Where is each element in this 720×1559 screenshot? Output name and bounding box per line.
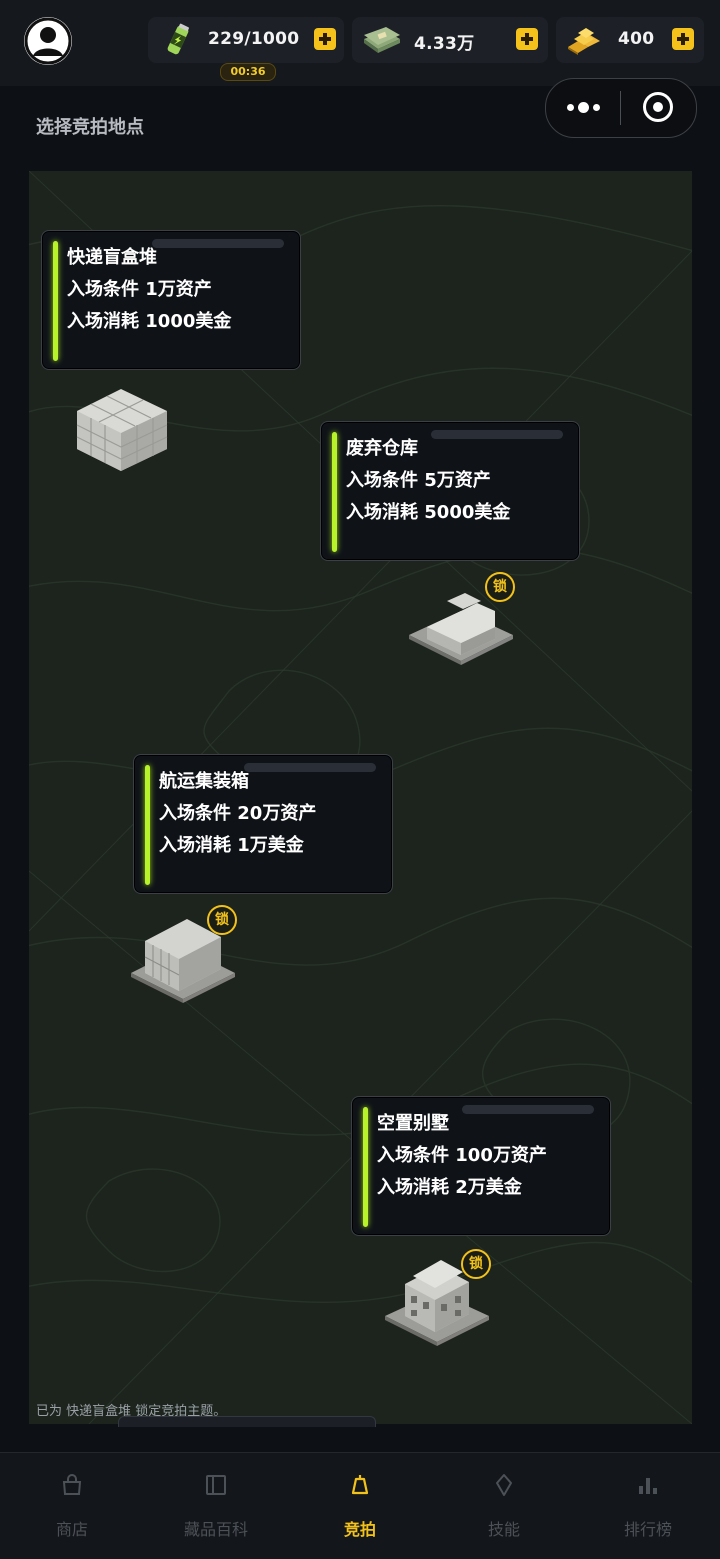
location-name: 快递盲盒堆 <box>67 247 157 268</box>
auction-icon <box>351 1475 369 1495</box>
avatar[interactable] <box>24 17 72 65</box>
close-mini-program-icon[interactable] <box>643 92 673 122</box>
nav-label: 藏品百科 <box>183 1520 248 1539</box>
card-accent-bar <box>53 241 58 361</box>
nav-item-skills[interactable]: 技能 <box>432 1453 576 1559</box>
card-title-line <box>462 1105 594 1114</box>
gold-value: 400 <box>618 29 655 49</box>
energy-add-button[interactable] <box>314 28 336 50</box>
location-card-villa[interactable]: 空置别墅 入场条件 100万资产 入场消耗 2万美金 <box>351 1096 611 1236</box>
nav-label: 竞拍 <box>343 1520 376 1539</box>
more-icon[interactable] <box>566 101 602 115</box>
top-bar: 229/1000 00:36 4.33万 400 <box>0 0 720 86</box>
nav-item-shop[interactable]: 商店 <box>0 1453 144 1559</box>
location-requirement: 入场条件 100万资产 <box>377 1145 547 1166</box>
card-accent-bar <box>145 765 150 885</box>
cash-add-button[interactable] <box>516 28 538 50</box>
shop-icon <box>62 1474 82 1495</box>
cash-stack-icon <box>364 27 400 53</box>
nav-label: 排行榜 <box>623 1520 672 1539</box>
page-title: 选择竞拍地点 <box>36 117 144 138</box>
lock-badge: 锁 <box>461 1249 491 1279</box>
card-title-line <box>244 763 376 772</box>
auction-map: 快递盲盒堆 入场条件 1万资产 入场消耗 1000美金 废弃仓库 入场条件 5万… <box>29 171 692 1424</box>
cash-value: 4.33万 <box>414 34 475 54</box>
status-pill-handle <box>118 1416 376 1427</box>
location-name: 空置别墅 <box>377 1113 449 1134</box>
capsule-divider <box>620 91 621 125</box>
user-icon <box>24 17 72 65</box>
gem-icon <box>496 1474 512 1496</box>
lock-badge: 锁 <box>207 905 237 935</box>
bottom-nav: 商店 藏品百科 竞拍 技能 排行榜 <box>0 1452 720 1559</box>
nav-item-auction[interactable]: 竞拍 <box>288 1453 432 1559</box>
mini-program-capsule <box>545 78 697 138</box>
card-title-line <box>431 430 563 439</box>
location-cost: 入场消耗 5000美金 <box>346 502 511 523</box>
energy-timer: 00:36 <box>220 63 276 81</box>
card-accent-bar <box>332 432 337 552</box>
location-card-warehouse[interactable]: 废弃仓库 入场条件 5万资产 入场消耗 5000美金 <box>320 421 580 561</box>
location-requirement: 入场条件 1万资产 <box>67 279 212 300</box>
gold-resource: 400 <box>556 17 704 63</box>
energy-resource: 229/1000 <box>148 17 344 63</box>
energy-value: 229/1000 <box>208 29 300 49</box>
parcel-pile-icon[interactable] <box>69 381 173 475</box>
location-cost: 入场消耗 2万美金 <box>377 1177 522 1198</box>
location-cost: 入场消耗 1000美金 <box>67 311 232 332</box>
nav-label: 商店 <box>55 1520 88 1539</box>
cash-resource: 4.33万 <box>352 17 548 63</box>
location-requirement: 入场条件 20万资产 <box>159 803 317 824</box>
lock-badge: 锁 <box>485 572 515 602</box>
card-title-line <box>152 239 284 248</box>
location-name: 废弃仓库 <box>346 438 418 459</box>
location-card-parcel-pile[interactable]: 快递盲盒堆 入场条件 1万资产 入场消耗 1000美金 <box>41 230 301 370</box>
nav-item-encyclopedia[interactable]: 藏品百科 <box>144 1453 288 1559</box>
nav-label: 技能 <box>487 1520 520 1539</box>
location-card-container[interactable]: 航运集装箱 入场条件 20万资产 入场消耗 1万美金 <box>133 754 393 894</box>
gold-add-button[interactable] <box>672 28 694 50</box>
gold-bars-icon <box>568 28 600 55</box>
energy-drink-icon <box>167 23 189 55</box>
book-icon <box>206 1475 226 1495</box>
nav-item-leaderboard[interactable]: 排行榜 <box>576 1453 720 1559</box>
card-accent-bar <box>363 1107 368 1227</box>
bar-chart-icon <box>639 1478 657 1494</box>
location-requirement: 入场条件 5万资产 <box>346 470 491 491</box>
location-name: 航运集装箱 <box>159 771 249 792</box>
location-cost: 入场消耗 1万美金 <box>159 835 304 856</box>
